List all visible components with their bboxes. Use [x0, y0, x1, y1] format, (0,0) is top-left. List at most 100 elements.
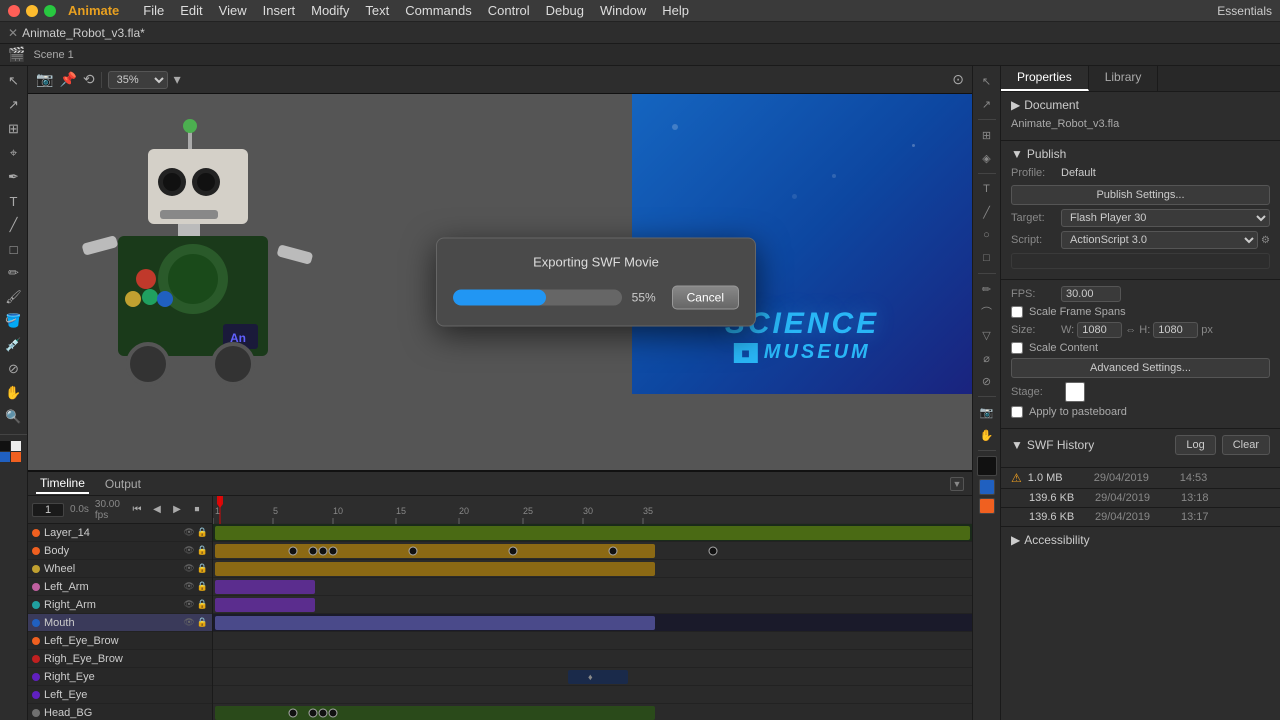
apply-pasteboard-checkbox[interactable] — [1011, 406, 1023, 418]
menu-modify[interactable]: Modify — [303, 1, 357, 20]
width-input[interactable] — [1077, 322, 1122, 338]
lock-icon[interactable]: 🔒 — [197, 581, 208, 592]
rect-tool-right[interactable]: □ — [976, 247, 998, 269]
eyedropper-tool[interactable]: 💉 — [3, 334, 25, 356]
lock-icon[interactable]: 🔒 — [197, 563, 208, 574]
collapse-timeline-button[interactable]: ▼ — [950, 477, 964, 491]
menu-file[interactable]: File — [135, 1, 172, 20]
script-settings-icon[interactable]: ⚙ — [1261, 235, 1270, 246]
tab-close-icon[interactable]: ✕ — [8, 26, 18, 40]
pencil-tool[interactable]: ✏ — [3, 262, 25, 284]
layer-Righ_Eye_Brow[interactable]: Righ_Eye_Brow — [28, 650, 212, 668]
zoom-tool[interactable]: 🔍 — [3, 406, 25, 428]
color-swatch-orange[interactable] — [11, 452, 21, 462]
publish-settings-button[interactable]: Publish Settings... — [1011, 185, 1270, 205]
lock-icon[interactable]: 🔒 — [197, 617, 208, 628]
accessibility-section[interactable]: ▶ Accessibility — [1001, 527, 1280, 553]
pencil-tool-right[interactable]: ✏ — [976, 278, 998, 300]
menu-commands[interactable]: Commands — [397, 1, 479, 20]
swf-log-button[interactable]: Log — [1175, 435, 1215, 455]
height-input[interactable] — [1153, 322, 1198, 338]
maximize-button[interactable] — [44, 5, 56, 17]
layer-Left_Arm[interactable]: Left_Arm 👁 🔒 — [28, 578, 212, 596]
layer-Right_Arm[interactable]: Right_Arm 👁 🔒 — [28, 596, 212, 614]
tab-output[interactable]: Output — [101, 475, 145, 493]
bucket-tool-right[interactable]: ▽ — [976, 324, 998, 346]
layer-Right_Eye[interactable]: Right_Eye — [28, 668, 212, 686]
layer-Left_Eye[interactable]: Left_Eye — [28, 686, 212, 704]
eyedropper-tool-right[interactable]: ⌀ — [976, 347, 998, 369]
play-button[interactable]: ▶ — [168, 501, 186, 519]
advanced-settings-button[interactable]: Advanced Settings... — [1011, 358, 1270, 378]
fill-color[interactable] — [11, 441, 21, 451]
pin-icon[interactable]: 📌 — [59, 71, 76, 88]
zoom-select[interactable]: 35% 50% 100% — [108, 71, 168, 89]
lock-icon[interactable]: 🔒 — [197, 599, 208, 610]
menu-help[interactable]: Help — [654, 1, 697, 20]
eraser-tool-right[interactable]: ⊘ — [976, 370, 998, 392]
tab-properties[interactable]: Properties — [1001, 66, 1089, 91]
lock-icon[interactable]: 🔒 — [197, 545, 208, 556]
text-tool-right[interactable]: T — [976, 178, 998, 200]
tab-timeline[interactable]: Timeline — [36, 474, 89, 494]
layer-Mouth[interactable]: Mouth 👁 🔒 — [28, 614, 212, 632]
lasso-tool[interactable]: ⌖ — [3, 142, 25, 164]
alt-color-swatch[interactable] — [979, 498, 995, 514]
paint-bucket-tool[interactable]: 🪣 — [3, 310, 25, 332]
hand-tool[interactable]: ✋ — [3, 382, 25, 404]
layer-Layer_14[interactable]: Layer_14 👁 🔒 — [28, 524, 212, 542]
layer-Wheel[interactable]: Wheel 👁 🔒 — [28, 560, 212, 578]
select-tool[interactable]: ↖ — [3, 70, 25, 92]
scale-content-checkbox[interactable] — [1011, 342, 1023, 354]
select-tool-right[interactable]: ↖ — [976, 70, 998, 92]
script-dropdown[interactable]: ActionScript 3.0 — [1061, 231, 1258, 249]
eraser-tool[interactable]: ⊘ — [3, 358, 25, 380]
swf-clear-button[interactable]: Clear — [1222, 435, 1270, 455]
hand-tool-right[interactable]: ✋ — [976, 424, 998, 446]
free-transform-right[interactable]: ⊞ — [976, 124, 998, 146]
scale-frames-checkbox[interactable] — [1011, 306, 1023, 318]
brush-tool-right[interactable]: ⌒ — [976, 301, 998, 323]
cancel-export-button[interactable]: Cancel — [672, 286, 739, 310]
first-frame-button[interactable]: ⏮ — [128, 501, 146, 519]
line-tool-right[interactable]: ╱ — [976, 201, 998, 223]
document-tab[interactable]: Animate_Robot_v3.fla* — [22, 26, 145, 40]
rotate-icon[interactable]: ⟲ — [83, 71, 95, 88]
fill-color-swatch[interactable] — [979, 479, 995, 495]
symbol-icon[interactable]: ⊙ — [952, 71, 964, 88]
menu-view[interactable]: View — [211, 1, 255, 20]
scene-name[interactable]: Scene 1 — [33, 49, 73, 61]
frame-number-input[interactable] — [32, 503, 64, 517]
subselect-tool-right[interactable]: ↗ — [976, 93, 998, 115]
gradient-right[interactable]: ◈ — [976, 147, 998, 169]
rect-tool[interactable]: □ — [3, 238, 25, 260]
menu-insert[interactable]: Insert — [255, 1, 304, 20]
layer-Body[interactable]: Body 👁 🔒 — [28, 542, 212, 560]
stop-button[interactable]: ⏹ — [188, 501, 206, 519]
subselect-tool[interactable]: ↗ — [3, 94, 25, 116]
eye-icon[interactable]: 👁 — [183, 527, 194, 538]
target-dropdown[interactable]: Flash Player 30 — [1061, 209, 1270, 227]
camera-tool-right[interactable]: 📷 — [976, 401, 998, 423]
line-tool[interactable]: ╱ — [3, 214, 25, 236]
stage-color-swatch[interactable] — [1065, 382, 1085, 402]
eye-icon[interactable]: 👁 — [183, 581, 194, 592]
eye-icon[interactable]: 👁 — [183, 545, 194, 556]
menu-text[interactable]: Text — [357, 1, 397, 20]
stroke-color[interactable] — [0, 441, 10, 451]
lock-icon[interactable]: 🔒 — [197, 527, 208, 538]
workspace-label[interactable]: Essentials — [1217, 4, 1272, 18]
eye-icon[interactable]: 👁 — [183, 563, 194, 574]
menu-control[interactable]: Control — [480, 1, 538, 20]
shape-tool-right[interactable]: ○ — [976, 224, 998, 246]
layer-Left_Eye_Brow[interactable]: Left_Eye_Brow — [28, 632, 212, 650]
prev-frame-button[interactable]: ◀ — [148, 501, 166, 519]
link-icon[interactable]: ⇔ — [1125, 324, 1136, 336]
color-swatch-blue[interactable] — [0, 452, 10, 462]
minimize-button[interactable] — [26, 5, 38, 17]
layer-Head_BG[interactable]: Head_BG — [28, 704, 212, 720]
zoom-dropdown-icon[interactable]: ▾ — [174, 71, 181, 88]
pen-tool[interactable]: ✒ — [3, 166, 25, 188]
menu-window[interactable]: Window — [592, 1, 654, 20]
eye-icon[interactable]: 👁 — [183, 617, 194, 628]
